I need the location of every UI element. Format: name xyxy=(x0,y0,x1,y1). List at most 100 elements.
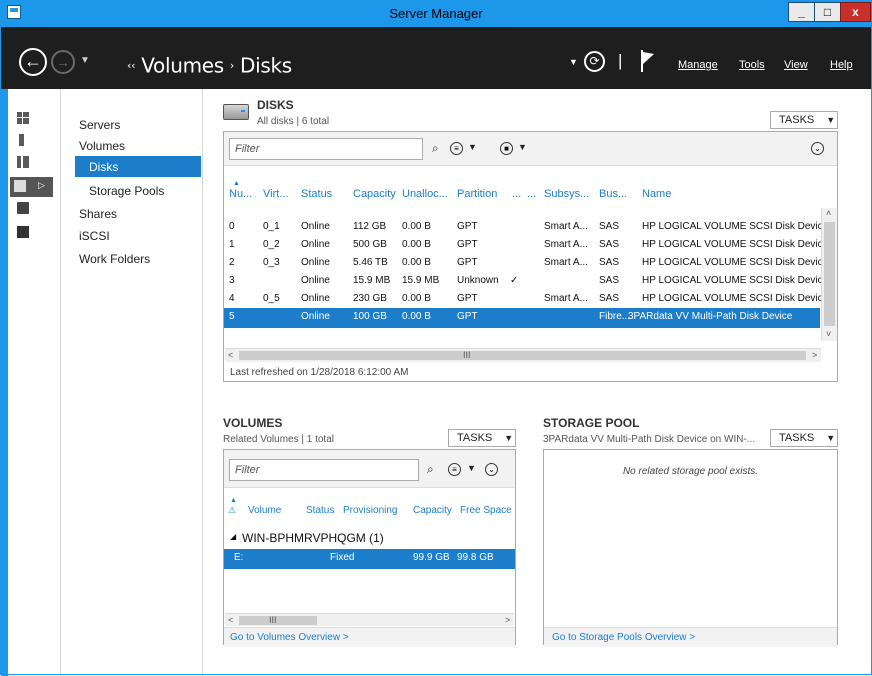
nav-servers[interactable]: Servers xyxy=(79,118,120,132)
volumes-filter-bar: Filter ⌕ ≡ ▼ ⌄ xyxy=(224,450,515,488)
file-storage-sub-icon[interactable] xyxy=(13,199,53,219)
all-servers-icon[interactable] xyxy=(13,153,53,173)
file-storage-icon[interactable]: ▷ xyxy=(10,177,53,197)
table-row-selected[interactable]: 5 Online 100 GB 0.00 B GPT Fibre... 3PAR… xyxy=(224,308,820,328)
scroll-thumb[interactable] xyxy=(239,616,317,625)
storage-pool-tasks-button[interactable]: TASKS ▼ xyxy=(770,429,838,447)
scroll-right-icon[interactable]: > xyxy=(812,350,817,360)
table-row[interactable]: 1 0_2 Online 500 GB 0.00 B GPT Smart A..… xyxy=(224,236,828,254)
cell-capacity: 15.9 MB xyxy=(353,275,391,286)
search-icon[interactable]: ⌕ xyxy=(427,462,434,477)
cell-number: 2 xyxy=(229,257,235,268)
volumes-title: VOLUMES xyxy=(223,416,283,430)
breadcrumb-dropdown-icon[interactable]: ▼ xyxy=(569,57,578,67)
tools-menu[interactable]: Tools xyxy=(739,59,765,71)
last-refreshed: Last refreshed on 1/28/2018 6:12:00 AM xyxy=(230,367,409,378)
col-volume[interactable]: Volume xyxy=(248,505,281,516)
volumes-horizontal-scrollbar[interactable]: < III > xyxy=(225,613,514,626)
tasks-dropdown-icon: ▼ xyxy=(504,433,514,443)
empty-message: No related storage pool exists. xyxy=(622,466,759,477)
col-read-only[interactable]: ... xyxy=(512,188,521,200)
scroll-down-icon[interactable]: ˅ xyxy=(826,329,831,339)
col-name[interactable]: Name xyxy=(642,188,671,200)
list-options-dropdown-icon[interactable]: ▼ xyxy=(467,463,476,473)
refresh-icon[interactable]: ⟳ xyxy=(584,51,605,72)
cell-name: HP LOGICAL VOLUME SCSI Disk Device xyxy=(642,293,829,304)
scroll-thumb[interactable] xyxy=(239,351,806,360)
col-capacity[interactable]: Capacity xyxy=(353,188,396,200)
nav-disks[interactable]: Disks xyxy=(75,156,201,177)
table-row[interactable]: 3 Online 15.9 MB 15.9 MB Unknown ✓ SAS H… xyxy=(224,272,828,290)
col-bus-type[interactable]: Bus... xyxy=(599,188,627,200)
col-partition[interactable]: Partition xyxy=(457,188,497,200)
breadcrumb-volumes[interactable]: Volumes xyxy=(141,54,224,78)
nav-iscsi[interactable]: iSCSI xyxy=(79,229,110,243)
title-bar: Server Manager _ □ x xyxy=(1,1,871,27)
scroll-left-icon[interactable]: < xyxy=(228,615,233,625)
volumes-subtitle: Related Volumes | 1 total xyxy=(223,434,334,445)
col-provisioning[interactable]: Provisioning xyxy=(343,505,397,516)
disks-subtitle: All disks | 6 total xyxy=(257,116,330,127)
nav-shares[interactable]: Shares xyxy=(79,207,117,221)
maximize-button[interactable]: □ xyxy=(814,2,841,22)
col-unallocated[interactable]: Unalloc... xyxy=(402,188,448,200)
table-row[interactable]: 2 0_3 Online 5.46 TB 0.00 B GPT Smart A.… xyxy=(224,254,828,272)
table-row-selected[interactable]: E: Fixed 99.9 GB 99.8 GB xyxy=(224,549,515,569)
table-row[interactable]: 0 0_1 Online 112 GB 0.00 B GPT Smart A..… xyxy=(224,218,828,236)
cell-status: Online xyxy=(301,311,330,322)
disks-horizontal-scrollbar[interactable]: < III > xyxy=(225,348,821,362)
go-to-storage-pools-link[interactable]: Go to Storage Pools Overview > xyxy=(552,632,695,643)
cell-status: Online xyxy=(301,239,330,250)
col-clustered[interactable]: ... xyxy=(527,188,536,200)
col-number[interactable]: Nu... xyxy=(229,188,252,200)
scroll-up-icon[interactable]: ˄ xyxy=(826,208,831,218)
group-header[interactable]: ◢ WIN-BPHMRVPHQGM (1) xyxy=(224,530,515,548)
expand-collapse-icon[interactable]: ⌄ xyxy=(485,463,498,476)
cell-virtual-disk: 0_5 xyxy=(263,293,280,304)
nav-volumes[interactable]: Volumes xyxy=(79,139,125,153)
notifications-flag-icon[interactable] xyxy=(641,47,655,72)
save-query-icon[interactable]: ■ xyxy=(500,142,513,155)
close-button[interactable]: x xyxy=(840,2,871,22)
breadcrumb-back-icon[interactable]: ‹‹ xyxy=(127,59,136,72)
volumes-tasks-button[interactable]: TASKS ▼ xyxy=(448,429,516,447)
col-virtual-disk[interactable]: Virt... xyxy=(263,188,288,200)
minimize-button[interactable]: _ xyxy=(788,2,815,22)
forward-icon[interactable]: → xyxy=(51,50,75,74)
nav-work-folders[interactable]: Work Folders xyxy=(79,252,150,266)
history-dropdown-icon[interactable]: ▼ xyxy=(80,55,90,66)
breadcrumb-separator-icon: › xyxy=(229,59,235,72)
col-status[interactable]: Status xyxy=(301,188,332,200)
manage-menu[interactable]: Manage xyxy=(678,59,718,71)
save-query-dropdown-icon[interactable]: ▼ xyxy=(518,142,527,152)
scroll-right-icon[interactable]: > xyxy=(505,615,510,625)
print-icon[interactable] xyxy=(13,223,53,243)
local-server-icon[interactable] xyxy=(13,131,53,151)
scroll-thumb[interactable] xyxy=(824,222,835,326)
cell-capacity: 99.9 GB xyxy=(413,552,450,563)
list-options-icon[interactable]: ≡ xyxy=(448,463,461,476)
nav-storage-pools[interactable]: Storage Pools xyxy=(89,184,164,198)
dashboard-icon[interactable] xyxy=(13,109,53,129)
help-menu[interactable]: Help xyxy=(830,59,853,71)
col-subsystem[interactable]: Subsys... xyxy=(544,188,589,200)
volumes-filter-input[interactable]: Filter xyxy=(229,459,419,481)
disks-tasks-button[interactable]: TASKS ▼ xyxy=(770,111,838,129)
disks-vertical-scrollbar[interactable]: ˄ ˅ xyxy=(821,208,837,341)
tasks-label: TASKS xyxy=(779,432,815,444)
list-options-dropdown-icon[interactable]: ▼ xyxy=(468,142,477,152)
list-options-icon[interactable]: ≡ xyxy=(450,142,463,155)
view-menu[interactable]: View xyxy=(784,59,808,71)
col-free-space[interactable]: Free Space xyxy=(460,505,512,516)
go-to-volumes-link[interactable]: Go to Volumes Overview > xyxy=(230,632,349,643)
col-capacity[interactable]: Capacity xyxy=(413,505,452,516)
expand-collapse-icon[interactable]: ⌄ xyxy=(811,142,824,155)
search-icon[interactable]: ⌕ xyxy=(432,141,439,156)
cell-capacity: 5.46 TB xyxy=(353,257,388,268)
back-icon[interactable]: ← xyxy=(19,48,47,76)
collapse-group-icon[interactable]: ◢ xyxy=(230,532,236,541)
table-row[interactable]: 4 0_5 Online 230 GB 0.00 B GPT Smart A..… xyxy=(224,290,828,308)
col-status[interactable]: Status xyxy=(306,505,334,516)
scroll-left-icon[interactable]: < xyxy=(228,350,233,360)
disks-filter-input[interactable]: Filter xyxy=(229,138,423,160)
